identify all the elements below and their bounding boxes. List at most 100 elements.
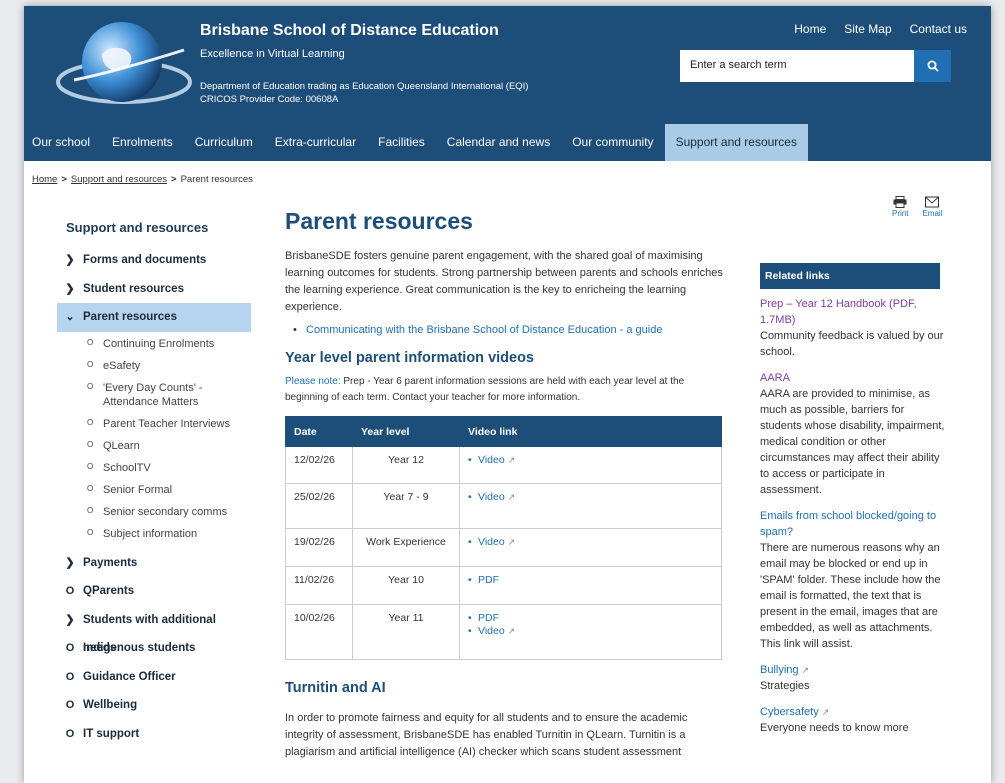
email-button[interactable]: Email xyxy=(922,196,942,218)
search-input[interactable]: Enter a search term xyxy=(680,50,914,82)
external-link-icon: ↗ xyxy=(507,455,516,465)
video-link[interactable]: Video↗ xyxy=(468,454,713,467)
sidebar-subitem[interactable]: O QLearn xyxy=(57,439,251,453)
breadcrumb-support[interactable]: Support and resources xyxy=(71,174,167,185)
nav-facilities[interactable]: Facilities xyxy=(367,124,436,161)
link-description: Community feedback is valued by our scho… xyxy=(760,330,944,358)
chevron-right-icon: ❯ xyxy=(65,613,75,626)
sidebar-item-parent-resources[interactable]: ⌄ Parent resources xyxy=(57,303,251,332)
pdf-link[interactable]: PDF xyxy=(468,574,713,587)
video-link-label: Video xyxy=(478,625,505,637)
sidebar-item-forms[interactable]: ❯ Forms and documents xyxy=(57,246,251,275)
nav-support-resources[interactable]: Support and resources xyxy=(664,124,808,161)
breadcrumb: Home > Support and resources > Parent resour… xyxy=(32,174,253,185)
sidebar-subitem-label: Parent Teacher Interviews xyxy=(103,417,230,430)
chevron-right-icon: ❯ xyxy=(65,282,75,295)
sidebar-item-wellbeing[interactable]: O Wellbeing xyxy=(57,691,251,720)
home-link[interactable]: Home xyxy=(794,22,826,36)
print-button[interactable]: Print xyxy=(892,196,908,218)
pdf-link[interactable]: PDF xyxy=(468,612,713,625)
cell-links: Video↗ xyxy=(459,528,722,567)
sidebar-subitem[interactable]: OeSafety xyxy=(57,359,251,373)
contact-us-link[interactable]: Contact us xyxy=(910,22,967,36)
chevron-down-icon: ⌄ xyxy=(65,311,75,323)
video-link-label: Video xyxy=(478,536,505,548)
nav-our-community[interactable]: Our community xyxy=(561,124,664,161)
circle-icon: O xyxy=(65,699,75,711)
cybersafety-link[interactable]: Cybersafety ↗ xyxy=(760,704,946,720)
site-header: Brisbane School of Distance Education Ex… xyxy=(24,6,991,124)
guide-link[interactable]: Communicating with the Brisbane School o… xyxy=(293,324,725,336)
sidebar-subitem[interactable]: O Senior Formal xyxy=(57,483,251,497)
circle-icon: O xyxy=(87,461,94,471)
cell-year: Year 12 xyxy=(352,446,460,484)
note-label: Please note: xyxy=(285,376,341,387)
link-description: AARA are provided to minimise, as much a… xyxy=(760,388,945,496)
breadcrumb-home[interactable]: Home xyxy=(32,174,57,185)
nav-our-school[interactable]: Our school xyxy=(24,124,101,161)
nav-enrolments[interactable]: Enrolments xyxy=(101,124,184,161)
sidebar-subitem-label: Continuing Enrolments xyxy=(103,337,215,350)
site-map-link[interactable]: Site Map xyxy=(844,22,891,36)
sidebar-item-guidance[interactable]: O Guidance Officer xyxy=(57,663,251,692)
nav-calendar-news[interactable]: Calendar and news xyxy=(436,124,561,161)
cell-links: PDF xyxy=(459,566,722,605)
sidebar-item-qparents[interactable]: O QParents xyxy=(57,577,251,606)
school-name[interactable]: Brisbane School of Distance Education xyxy=(200,22,499,40)
sidebar-item-student-resources[interactable]: ❯ Student resources xyxy=(57,275,251,304)
nav-curriculum[interactable]: Curriculum xyxy=(184,124,264,161)
aara-link[interactable]: AARA xyxy=(760,370,946,386)
sidebar-subitem[interactable]: O Parent Teacher Interviews xyxy=(57,417,251,431)
external-link-icon: ↗ xyxy=(507,537,516,547)
sidebar-subitem[interactable]: O SchoolTV xyxy=(57,461,251,475)
cell-date: 11/02/26 xyxy=(285,566,353,605)
nav-extra-curricular[interactable]: Extra-curricular xyxy=(264,124,367,161)
turnitin-paragraph: In order to promote fairness and equity … xyxy=(285,712,688,758)
video-link[interactable]: Video↗ xyxy=(468,536,713,549)
link-description: Strategies xyxy=(760,680,810,692)
circle-icon: O xyxy=(87,381,94,391)
spam-emails-link[interactable]: Emails from school blocked/going to spam… xyxy=(760,508,946,540)
sidebar-title[interactable]: Support and resources xyxy=(66,220,208,235)
column-header: Date xyxy=(285,416,353,447)
sidebar-item-label: IT support xyxy=(83,727,140,740)
breadcrumb-separator-icon: > xyxy=(61,174,67,185)
table-row: 19/02/26 Work Experience Video↗ xyxy=(285,528,722,567)
sidebar-item-label: QParents xyxy=(83,585,135,597)
sidebar-subitem-label: QLearn xyxy=(103,439,140,452)
videos-heading: Year level parent information videos xyxy=(285,350,534,366)
bullying-link-label: Bullying xyxy=(760,664,799,676)
table-header-row: Date Year level Video link xyxy=(285,416,722,447)
sidebar-item-label: Student resources xyxy=(83,282,184,295)
sidebar-subitem-label: SchoolTV xyxy=(103,461,151,474)
sidebar-item-payments[interactable]: ❯ Payments xyxy=(57,549,251,578)
handbook-link[interactable]: Prep – Year 12 Handbook (PDF, 1.7MB) xyxy=(760,296,946,328)
tagline: Excellence in Virtual Learning xyxy=(200,48,345,60)
cell-links: Video↗ xyxy=(459,446,722,484)
sidebar-item-additional-needs[interactable]: ❯ Students with additional needs xyxy=(57,606,251,655)
cell-date: 19/02/26 xyxy=(285,528,353,567)
video-link[interactable]: Video↗ xyxy=(468,491,713,504)
sidebar-subitem[interactable]: O Subject information xyxy=(57,527,251,541)
bullying-link[interactable]: Bullying ↗ xyxy=(760,662,946,678)
external-link-icon: ↗ xyxy=(801,665,810,675)
sidebar-subitem-label: 'Every Day Counts' - Attendance Matters xyxy=(103,381,203,408)
sidebar-item-indigenous[interactable]: O Indigenous students xyxy=(57,634,251,663)
search-button[interactable] xyxy=(914,50,951,82)
external-link-icon: ↗ xyxy=(507,626,516,636)
sidebar-subitem[interactable]: O 'Every Day Counts' - Attendance Matters xyxy=(57,381,251,409)
table-row: 12/02/26 Year 12 Video↗ xyxy=(285,446,722,484)
intro-paragraph: BrisbaneSDE fosters genuine parent engag… xyxy=(285,250,723,313)
sidebar-item-it-support[interactable]: O IT support xyxy=(57,720,251,749)
chevron-right-icon: ❯ xyxy=(65,254,75,266)
globe-logo[interactable] xyxy=(54,12,194,114)
circle-icon: O xyxy=(87,337,94,347)
cell-year: Year 7 - 9 xyxy=(352,483,460,529)
cell-links: Video↗ xyxy=(459,483,722,529)
video-link[interactable]: Video↗ xyxy=(468,625,713,638)
sidebar-subitem[interactable]: O Senior secondary comms xyxy=(57,505,251,519)
video-link-label: Video xyxy=(478,491,505,503)
sidebar-subitem[interactable]: O Continuing Enrolments xyxy=(57,337,251,351)
table-row: 10/02/26 Year 11 PDF Video↗ xyxy=(285,604,722,660)
cell-date: 25/02/26 xyxy=(285,483,353,529)
